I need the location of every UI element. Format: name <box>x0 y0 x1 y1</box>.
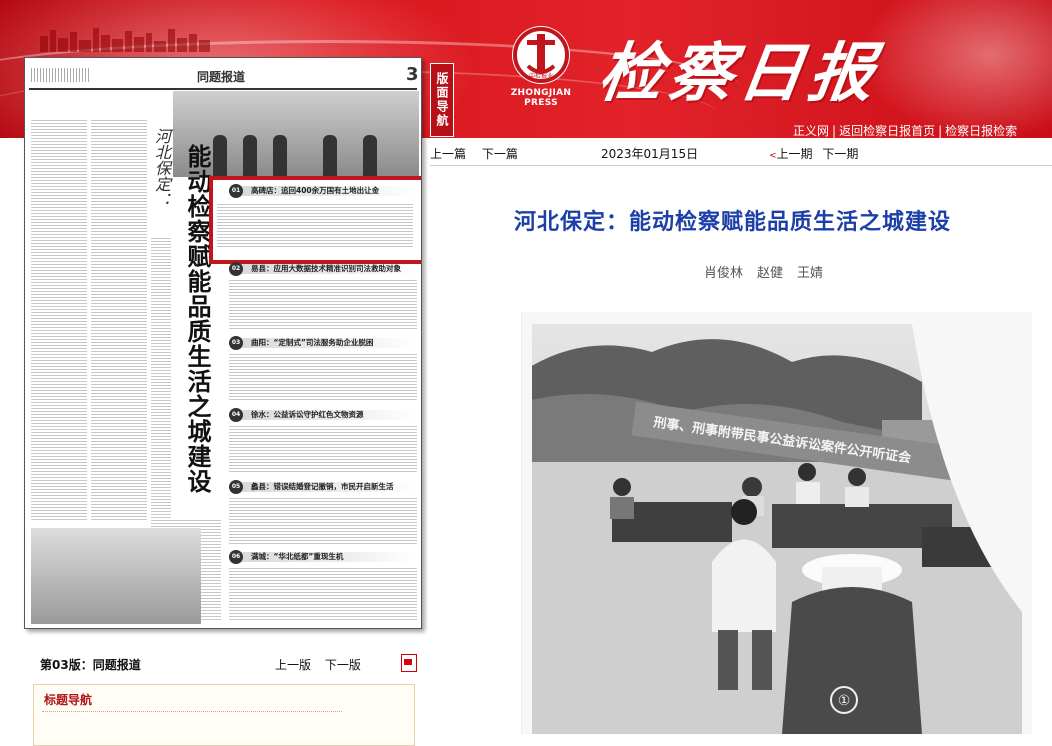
issue-date: 2023年01月15日 <box>601 147 699 161</box>
section-number: 04 <box>229 408 243 422</box>
page-header: 同题报道 3 <box>29 64 419 90</box>
text-column <box>229 426 417 474</box>
photo-figure <box>213 135 227 177</box>
section-label: 满城：“华北纸都”重现生机 <box>251 552 344 561</box>
section-item-06[interactable]: 06 满城：“华北纸都”重现生机 <box>229 550 421 564</box>
link-search[interactable]: 检察日报检索 <box>945 124 1017 138</box>
prev-article-link[interactable]: 上一篇 <box>430 147 466 161</box>
article-authors: 肖俊林 赵健 王婧 <box>704 262 837 281</box>
section-label: 易县：应用大数据技术精准识别司法救助对象 <box>251 264 401 273</box>
article-headline: 河北保定：能动检察赋能品质生活之城建设 <box>514 210 952 235</box>
title-nav-divider <box>42 711 342 713</box>
section-item-02[interactable]: 02 易县：应用大数据技术精准识别司法救助对象 <box>229 262 421 276</box>
section-label: 徐水：公益诉讼守护红色文物资源 <box>251 410 364 419</box>
section-number: 05 <box>229 480 243 494</box>
link-zhengyi[interactable]: 正义网 <box>793 124 829 138</box>
section-label: 蠡县：错误结婚登记撤销，市民开启新生活 <box>251 482 394 491</box>
photo-figure <box>323 135 337 177</box>
section-item-03[interactable]: 03 曲阳：“定制式”司法服务助企业脱困 <box>229 336 421 350</box>
page-header-logo <box>31 68 91 82</box>
text-column <box>229 354 417 402</box>
section-item-04[interactable]: 04 徐水：公益诉讼守护红色文物资源 <box>229 408 421 422</box>
text-column <box>229 568 417 622</box>
page-info-name: 同题报道 <box>92 658 141 672</box>
prev-issue-link[interactable]: 上一期 <box>777 147 813 161</box>
skyline-graphic <box>40 28 210 52</box>
title-navigation-panel: 标题导航 <box>33 684 415 746</box>
photo-number: ① <box>838 693 851 709</box>
section-item-05[interactable]: 05 蠡县：错误结婚登记撤销，市民开启新生活 <box>229 480 421 494</box>
author: 赵健 <box>757 266 784 281</box>
link-separator: | <box>832 124 837 138</box>
next-article-link[interactable]: 下一篇 <box>482 147 518 161</box>
text-column <box>31 120 87 520</box>
banner-glow-right <box>860 0 1052 138</box>
author: 王婧 <box>797 266 824 281</box>
article-nav-bar: 上一篇 下一篇 2023年01月15日 <上一期 下一期 <box>430 145 1052 166</box>
prev-issue-marker-icon: < <box>769 151 777 161</box>
page-header-title: 同题报道 <box>197 70 246 84</box>
text-column <box>217 204 413 248</box>
link-home[interactable]: 返回检察日报首页 <box>839 124 935 138</box>
author: 肖俊林 <box>704 266 744 281</box>
page-info-label: 第03版： <box>40 658 93 672</box>
newspaper-page-viewer[interactable]: 同题报道 3 河北保定： 能动检察赋能品质生活之城建设 01 高碑店：追回400… <box>24 57 422 629</box>
logo-emblem: 中检报业 <box>512 26 570 84</box>
top-links: 正义网 | 返回检察日报首页 | 检察日报检索 <box>793 122 1017 138</box>
current-page-info: 第03版：同题报道 <box>40 656 141 673</box>
text-column <box>91 120 147 520</box>
prev-page-link[interactable]: 上一版 <box>275 658 311 672</box>
next-page-link[interactable]: 下一版 <box>325 658 361 672</box>
link-separator: | <box>938 124 943 138</box>
pdf-icon[interactable] <box>401 654 417 672</box>
next-issue-link[interactable]: 下一期 <box>822 147 858 161</box>
text-column <box>229 280 417 330</box>
page-vertical-subtitle: 河北保定： <box>152 128 171 208</box>
section-label: 曲阳：“定制式”司法服务助企业脱困 <box>251 338 374 347</box>
section-number: 06 <box>229 550 243 564</box>
photo-figure <box>273 135 287 177</box>
section-number: 03 <box>229 336 243 350</box>
page-number: 3 <box>406 64 419 85</box>
text-column <box>151 238 171 518</box>
page-nav-label[interactable]: 版面导航 <box>430 63 454 137</box>
masthead-title: 检察日报 <box>593 36 885 111</box>
hearing-photo: 刑事、刑事附带民事公益诉讼案件公开听证会 ① <box>532 324 1022 734</box>
photo-figure <box>243 135 257 177</box>
title-nav-heading: 标题导航 <box>44 693 93 707</box>
page-photo-bottom[interactable] <box>31 528 201 624</box>
text-column <box>229 498 417 544</box>
zhongjian-press-logo: 中检报业 ZHONGJIAN PRESS <box>506 26 576 108</box>
page-nav: 上一版 下一版 <box>275 656 371 673</box>
logo-text: 中检报业 <box>529 72 553 80</box>
photo-figure <box>363 135 377 177</box>
article-photo[interactable]: 刑事、刑事附带民事公益诉讼案件公开听证会 ① <box>521 312 1032 734</box>
section-number: 02 <box>229 262 243 276</box>
logo-press-text: ZHONGJIAN PRESS <box>510 88 572 108</box>
